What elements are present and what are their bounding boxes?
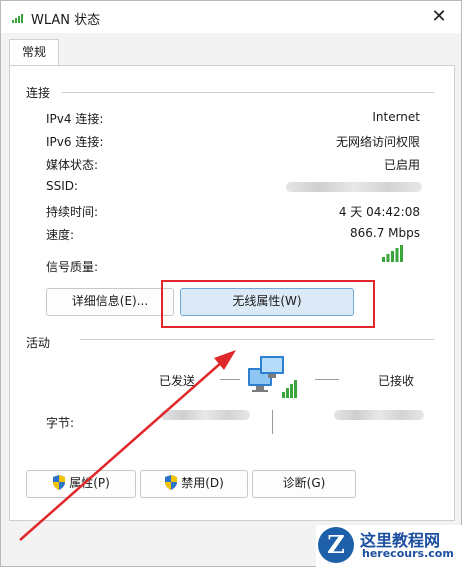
close-button[interactable]: ✕ [425,5,453,29]
ipv6-value: 无网络访问权限 [335,135,420,149]
wifi-icon [12,14,23,23]
window-title: WLAN 状态 [31,13,101,28]
duration-label: 持续时间: [46,205,99,219]
network-computers-icon [248,356,297,398]
ipv6-label: IPv6 连接: [46,135,104,149]
sent-line [220,379,240,380]
bytes-label: 字节: [46,416,75,430]
ipv4-label: IPv4 连接: [46,112,104,126]
received-bytes-redacted [334,410,424,420]
connection-section-title: 连接 [26,86,51,100]
ssid-value-redacted [286,182,422,192]
title-bar: WLAN 状态 ✕ [1,1,461,33]
watermark-logo: Z [318,527,354,563]
sent-bytes-redacted [160,410,250,420]
sent-label: 已发送 [159,374,196,388]
media-state-value: 已启用 [383,158,420,172]
properties-button-label: 属性(P) [69,476,110,490]
disable-button[interactable]: 禁用(D) [140,470,248,498]
watermark-en: herecours.com [362,547,454,560]
activity-section-title: 活动 [26,336,51,350]
received-line [315,379,339,380]
connection-divider [62,92,434,93]
speed-value: 866.7 Mbps [349,226,420,240]
close-icon: ✕ [431,6,447,27]
activity-divider [80,339,434,340]
shield-icon [53,475,66,490]
site-watermark: Z 这里教程网 herecours.com [316,525,462,567]
ipv4-value: Internet [372,110,420,124]
shield-icon [165,475,178,490]
highlight-box [161,280,375,328]
duration-value: 4 天 04:42:08 [338,205,420,219]
diagnose-button[interactable]: 诊断(G) [252,470,356,498]
received-label: 已接收 [378,374,415,388]
ssid-label: SSID: [46,179,79,193]
bytes-separator [272,410,273,434]
disable-button-label: 禁用(D) [181,476,224,490]
tab-general[interactable]: 常规 [9,39,59,66]
details-button[interactable]: 详细信息(E)... [46,288,174,316]
media-state-label: 媒体状态: [46,158,99,172]
signal-quality-label: 信号质量: [46,260,99,274]
signal-strength-icon [382,245,403,262]
properties-button[interactable]: 属性(P) [26,470,136,498]
speed-label: 速度: [46,228,75,242]
